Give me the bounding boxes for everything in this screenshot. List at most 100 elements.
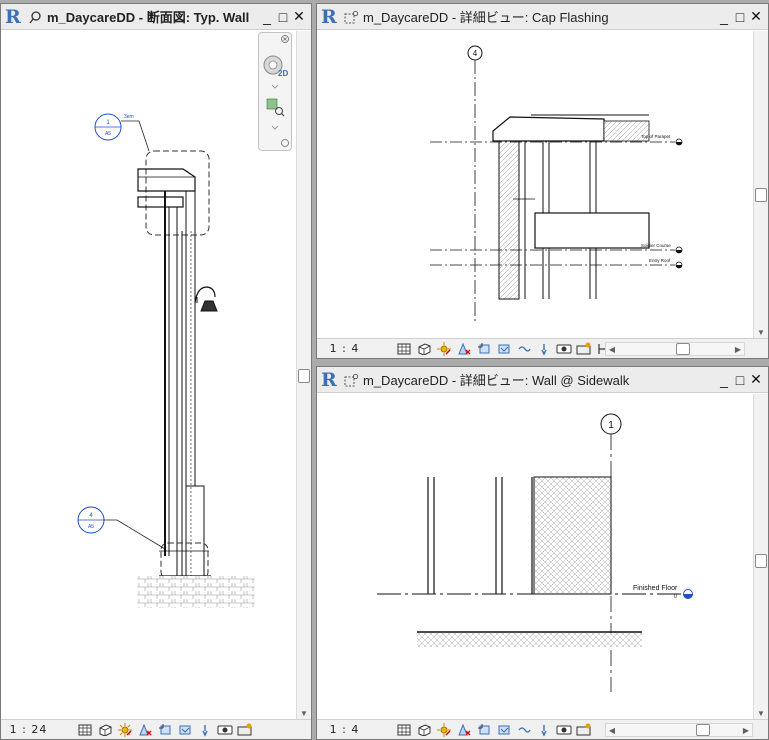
wall-horizontal-scrollbar[interactable]: ◀ ▶ [605, 723, 753, 737]
scroll-down-arrow-icon[interactable]: ▼ [754, 707, 768, 719]
design-options-icon[interactable] [575, 341, 592, 357]
callout-top-label: 1 [106, 120, 110, 126]
section-view-title: m_DaycareDD - 断面図: Typ. Wall [47, 10, 250, 25]
section-view-window[interactable]: R m_DaycareDD - 断面図: Typ. Wall _ □ ✕ 1 A… [0, 3, 312, 740]
scroll-left-arrow-icon[interactable]: ◀ [606, 343, 618, 355]
wall-level-value: 0 [674, 594, 677, 600]
section-scale[interactable]: 1 : 24 [1, 723, 56, 736]
callout-top-text: 3em [124, 114, 134, 120]
cap-vertical-scrollbar[interactable]: ▼ [753, 31, 768, 338]
cap-vscroll-thumb[interactable] [755, 188, 767, 202]
section-vertical-scrollbar[interactable]: ▼ [296, 31, 311, 719]
cap-view-title: m_DaycareDD - 詳細ビュー: Cap Flashing [363, 10, 609, 25]
shadows-icon[interactable] [136, 722, 153, 738]
crop-view-icon[interactable] [156, 722, 173, 738]
cap-view-control-bar: 1 : 4 ◀ ▶ [317, 338, 768, 358]
scroll-down-arrow-icon[interactable]: ▼ [297, 707, 311, 719]
chevron-down-icon[interactable] [271, 125, 279, 130]
cap-horizontal-scrollbar[interactable]: ◀ ▶ [605, 342, 745, 356]
wall-level-name: Finished Floor [633, 585, 678, 592]
wall-drawing-canvas[interactable]: 1 Finished Floor 0 [317, 394, 754, 720]
cap-scale[interactable]: 1 : 4 [317, 342, 372, 355]
section-drawing-canvas[interactable]: 1 A5 3em 4 A5 [1, 31, 297, 719]
sun-path-icon[interactable] [116, 722, 133, 738]
callout-bottom-sheet: A5 [88, 524, 94, 530]
wall-view-control-bar: 1 : 4 ◀ ▶ [317, 719, 768, 739]
close-button[interactable]: ✕ [291, 8, 307, 26]
scroll-down-arrow-icon[interactable]: ▼ [754, 326, 768, 338]
callout-bottom-label: 4 [89, 513, 93, 519]
reveal-hidden-icon[interactable] [535, 341, 552, 357]
cap-view-titlebar[interactable]: R m_DaycareDD - 詳細ビュー: Cap Flashing _ □ … [317, 4, 768, 30]
reveal-hidden-icon[interactable] [216, 722, 233, 738]
cap-drawing-canvas[interactable]: 4 Top of Parapet Soldier Course Entry Ro… [317, 31, 754, 338]
visual-style-icon[interactable] [415, 341, 432, 357]
worksharing-icon[interactable] [555, 722, 572, 738]
callout-bottom-tag[interactable]: 4 A5 [77, 506, 166, 550]
wall-view-title: m_DaycareDD - 詳細ビュー: Wall @ Sidewalk [363, 373, 630, 388]
cap-grid-bubble: 4 [473, 49, 478, 58]
svg-text:2D: 2D [278, 69, 288, 78]
navigation-bar[interactable]: 2D [258, 32, 292, 151]
design-options-icon[interactable] [575, 722, 592, 738]
shadows-icon[interactable] [455, 722, 472, 738]
wall-scale[interactable]: 1 : 4 [317, 723, 372, 736]
minimize-button[interactable]: _ [716, 8, 732, 26]
sun-path-icon[interactable] [435, 341, 452, 357]
close-button[interactable]: ✕ [748, 371, 764, 389]
shadows-icon[interactable] [455, 341, 472, 357]
scroll-right-arrow-icon[interactable]: ▶ [740, 724, 752, 736]
temporary-hide-icon[interactable] [196, 722, 213, 738]
wall-view-control-icons [395, 722, 595, 738]
reveal-hidden-icon[interactable] [535, 722, 552, 738]
callout-top-tag[interactable]: 1 A5 3em [94, 113, 150, 152]
temporary-hide-icon[interactable] [515, 341, 532, 357]
detail-level-icon[interactable] [76, 722, 93, 738]
section-view-icon [27, 9, 43, 25]
zoom-region-icon[interactable] [266, 98, 285, 117]
minimize-button[interactable]: _ [716, 371, 732, 389]
crop-view-icon[interactable] [475, 722, 492, 738]
cap-flashing-view-window[interactable]: R m_DaycareDD - 詳細ビュー: Cap Flashing _ □ … [316, 3, 769, 359]
show-crop-icon[interactable] [176, 722, 193, 738]
grid-line-4[interactable]: 4 [467, 45, 483, 321]
wall-hscroll-thumb[interactable] [696, 724, 710, 736]
crop-view-icon[interactable] [475, 341, 492, 357]
visual-style-icon[interactable] [96, 722, 113, 738]
maximize-button[interactable]: □ [732, 371, 748, 389]
detail-level-icon[interactable] [395, 341, 412, 357]
wall-view-titlebar[interactable]: R m_DaycareDD - 詳細ビュー: Wall @ Sidewalk _… [317, 367, 768, 393]
visual-style-icon[interactable] [415, 722, 432, 738]
worksharing-icon[interactable] [555, 341, 572, 357]
section-view-titlebar[interactable]: R m_DaycareDD - 断面図: Typ. Wall _ □ ✕ [1, 4, 311, 30]
wall-vertical-scrollbar[interactable]: ▼ [753, 394, 768, 719]
maximize-button[interactable]: □ [732, 8, 748, 26]
cap-hscroll-thumb[interactable] [676, 343, 690, 355]
sidewalk-hatch [417, 633, 642, 647]
section-view-control-bar: 1 : 24 [1, 719, 311, 739]
wall-grid-bubble: 1 [608, 420, 614, 431]
chevron-down-icon[interactable] [271, 84, 279, 89]
maximize-button[interactable]: □ [275, 8, 291, 26]
section-vscroll-thumb[interactable] [298, 369, 310, 383]
close-button[interactable]: ✕ [748, 8, 764, 26]
detail-level-icon[interactable] [395, 722, 412, 738]
show-crop-icon[interactable] [495, 722, 512, 738]
level-entry-roof[interactable]: Entry Roof [430, 258, 683, 269]
minimize-button[interactable]: _ [259, 8, 275, 26]
cap-level2-name: Soldier Course [641, 243, 671, 248]
wall-sidewalk-view-window[interactable]: R m_DaycareDD - 詳細ビュー: Wall @ Sidewalk _… [316, 366, 769, 740]
sun-path-icon[interactable] [435, 722, 452, 738]
worksharing-icon[interactable] [236, 722, 253, 738]
cap-view-control-icons [395, 341, 615, 357]
navbar-options-icon[interactable] [281, 139, 289, 147]
2d-wheel-icon[interactable]: 2D [263, 55, 288, 78]
scroll-left-arrow-icon[interactable]: ◀ [606, 724, 618, 736]
detail-view-icon [343, 372, 359, 388]
scroll-right-arrow-icon[interactable]: ▶ [732, 343, 744, 355]
temporary-hide-icon[interactable] [515, 722, 532, 738]
wall-lamp [194, 286, 218, 312]
show-crop-icon[interactable] [495, 341, 512, 357]
wall-vscroll-thumb[interactable] [755, 554, 767, 568]
navbar-close-icon[interactable] [281, 35, 289, 43]
